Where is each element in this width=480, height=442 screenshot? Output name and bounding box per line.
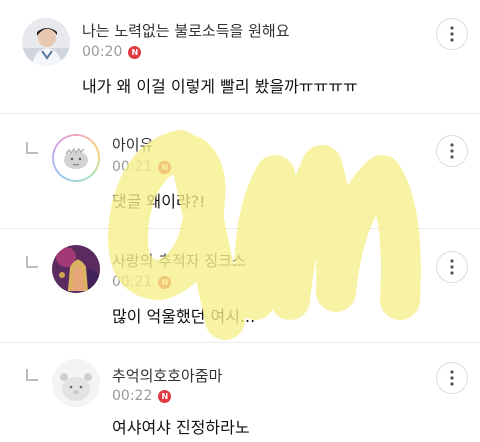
comment-meta: 00:20 N — [82, 44, 142, 60]
comment-meta: 00:21 N — [112, 274, 172, 290]
avatar[interactable] — [52, 245, 100, 293]
comment-author[interactable]: 추억의호호아줌마 — [112, 365, 222, 386]
comment-time: 00:21 — [112, 159, 153, 175]
comment-text: 내가 왜 이걸 이렇게 빨리 봤을까ㅠㅠㅠㅠ — [82, 77, 358, 96]
more-button[interactable] — [436, 18, 468, 50]
more-button[interactable] — [436, 135, 468, 167]
reply-arrow-icon — [26, 256, 38, 268]
more-vertical-icon — [450, 26, 454, 42]
comment-time: 00:20 — [82, 44, 123, 60]
new-badge: N — [158, 275, 172, 289]
comment-author[interactable]: 사랑의 추적자 징크스 — [112, 250, 246, 271]
avatar[interactable] — [52, 359, 100, 407]
comment-text: 많이 억울했던 여시... — [112, 307, 256, 326]
new-badge: N — [128, 45, 142, 59]
comment-time: 00:21 — [112, 274, 153, 290]
new-badge: N — [158, 160, 172, 174]
comment-item: 추억의호호아줌마 00:22 N 여샤여샤 진정하라노 — [0, 343, 480, 442]
comment-item: 사랑의 추적자 징크스 00:21 N 많이 억울했던 여시... — [0, 229, 480, 342]
comment-author[interactable]: 아이유 — [112, 134, 153, 155]
more-vertical-icon — [450, 143, 454, 159]
reply-arrow-icon — [26, 369, 38, 381]
new-badge: N — [158, 389, 172, 403]
comment-meta: 00:22 N — [112, 388, 172, 404]
avatar[interactable] — [22, 18, 70, 66]
comment-meta: 00:21 N — [112, 159, 172, 175]
more-vertical-icon — [450, 259, 454, 275]
more-vertical-icon — [450, 370, 454, 386]
more-button[interactable] — [436, 251, 468, 283]
avatar[interactable] — [52, 134, 100, 182]
comment-text: 댓글 왜이랴?! — [112, 192, 206, 211]
reply-arrow-icon — [26, 142, 38, 154]
comment-item: 아이유 00:21 N 댓글 왜이랴?! — [0, 114, 480, 228]
comment-text: 여샤여샤 진정하라노 — [112, 418, 250, 437]
comment-time: 00:22 — [112, 388, 153, 404]
comment-item: 나는 노력없는 불로소득을 원해요 00:20 N 내가 왜 이걸 이렇게 빨리… — [0, 0, 480, 113]
more-button[interactable] — [436, 362, 468, 394]
comment-author[interactable]: 나는 노력없는 불로소득을 원해요 — [82, 20, 290, 41]
